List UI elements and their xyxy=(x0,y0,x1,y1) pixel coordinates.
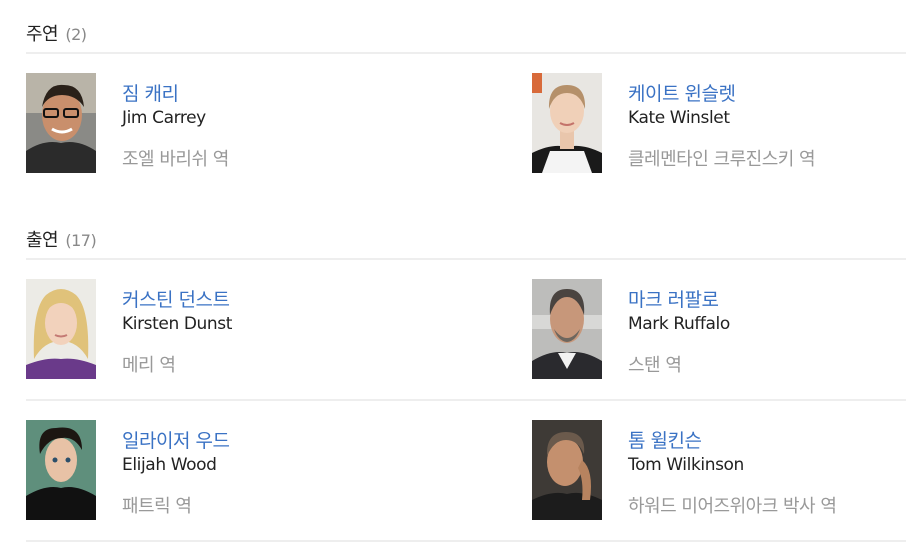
actor-name-korean[interactable]: 커스틴 던스트 xyxy=(122,285,230,312)
cast-card-kirsten-dunst[interactable]: 커스틴 던스트 Kirsten Dunst 메리 역 xyxy=(26,279,426,381)
actor-role: 메리 역 xyxy=(122,355,176,376)
actor-role: 클레멘타인 크루진스키 역 xyxy=(628,149,816,170)
actor-name-korean[interactable]: 케이트 윈슬렛 xyxy=(628,79,736,106)
actor-photo[interactable] xyxy=(26,73,96,173)
actor-name-korean[interactable]: 톰 윌킨슨 xyxy=(628,426,702,453)
cast-card-kate-winslet[interactable]: 케이트 윈슬렛 Kate Winslet 클레멘타인 크루진스키 역 xyxy=(532,73,906,175)
actor-name-english: Tom Wilkinson xyxy=(628,455,744,475)
cast-card-jim-carrey[interactable]: 짐 캐리 Jim Carrey 조엘 바리쉬 역 xyxy=(26,73,426,175)
actor-role: 패트릭 역 xyxy=(122,496,192,517)
actor-name-english: Kate Winslet xyxy=(628,108,730,128)
actor-photo[interactable] xyxy=(532,73,602,173)
actor-photo[interactable] xyxy=(532,420,602,520)
actor-photo[interactable] xyxy=(532,279,602,379)
section-count: (2) xyxy=(65,25,87,44)
section-title: 주연 xyxy=(26,24,59,45)
actor-name-korean[interactable]: 마크 러팔로 xyxy=(628,285,719,312)
cast-card-mark-ruffalo[interactable]: 마크 러팔로 Mark Ruffalo 스탠 역 xyxy=(532,279,906,381)
actor-name-korean[interactable]: 일라이저 우드 xyxy=(122,426,230,453)
actor-role: 하워드 미어즈위아크 박사 역 xyxy=(628,496,837,517)
actor-name-english: Elijah Wood xyxy=(122,455,217,475)
actor-photo[interactable] xyxy=(26,279,96,379)
actor-name-korean[interactable]: 짐 캐리 xyxy=(122,79,179,106)
actor-name-english: Jim Carrey xyxy=(122,108,206,128)
cast-card-tom-wilkinson[interactable]: 톰 윌킨슨 Tom Wilkinson 하워드 미어즈위아크 박사 역 xyxy=(532,420,906,522)
section-title: 출연 xyxy=(26,230,59,251)
actor-photo[interactable] xyxy=(26,420,96,520)
section-header-lead: 주연 (2) xyxy=(26,20,87,46)
divider xyxy=(26,52,906,54)
section-header-supporting: 출연 (17) xyxy=(26,226,97,252)
actor-role: 스탠 역 xyxy=(628,355,682,376)
actor-name-english: Kirsten Dunst xyxy=(122,314,232,334)
actor-role: 조엘 바리쉬 역 xyxy=(122,149,229,170)
section-count: (17) xyxy=(65,231,97,250)
divider xyxy=(26,258,906,260)
divider xyxy=(26,399,906,401)
actor-name-english: Mark Ruffalo xyxy=(628,314,730,334)
cast-card-elijah-wood[interactable]: 일라이저 우드 Elijah Wood 패트릭 역 xyxy=(26,420,426,522)
